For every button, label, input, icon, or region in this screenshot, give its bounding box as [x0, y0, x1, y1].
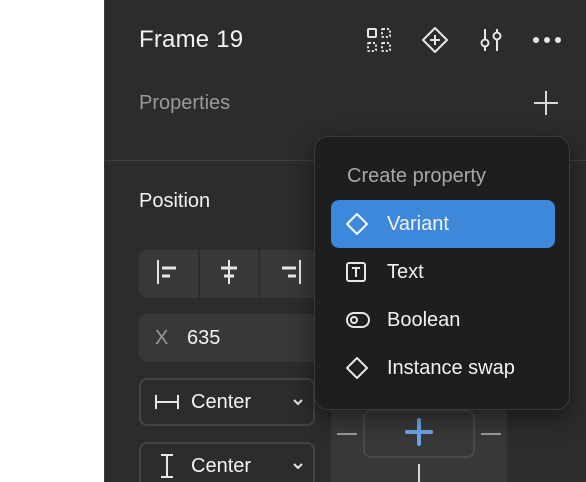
component-add-icon[interactable] — [419, 24, 451, 56]
horizontal-constraint-value: Center — [191, 390, 252, 413]
constraint-plus-icon — [404, 417, 434, 452]
canvas-area[interactable] — [0, 0, 104, 482]
vertical-constraint-select[interactable]: Center — [139, 442, 315, 482]
x-position-field[interactable]: X 635 — [139, 314, 319, 362]
menu-item-label: Boolean — [387, 308, 461, 331]
vertical-constraint-value: Center — [191, 454, 252, 477]
align-center-button[interactable] — [200, 250, 261, 298]
align-center-icon — [215, 258, 243, 291]
menu-item-variant[interactable]: Variant — [331, 200, 555, 248]
create-property-popover: Create property Variant Text Boolean Ins… — [314, 136, 570, 410]
menu-item-label: Instance swap — [387, 356, 515, 379]
align-left-icon — [154, 258, 182, 291]
position-section-title: Position — [139, 190, 211, 212]
menu-item-boolean[interactable]: Boolean — [331, 296, 555, 344]
menu-item-instance-swap[interactable]: Instance swap — [331, 344, 555, 392]
diamond-icon — [345, 356, 385, 380]
constraint-center-box[interactable] — [363, 410, 475, 458]
align-right-icon — [276, 258, 304, 291]
popover-title: Create property — [347, 165, 486, 187]
chevron-down-icon — [283, 462, 313, 470]
x-value[interactable]: 635 — [187, 327, 220, 350]
align-right-button[interactable] — [260, 250, 319, 298]
toggle-icon — [345, 311, 385, 329]
adjustments-icon[interactable] — [475, 24, 507, 56]
diamond-icon — [345, 212, 385, 236]
constraint-right-dash[interactable] — [481, 433, 501, 435]
component-grid-icon[interactable] — [363, 24, 395, 56]
align-left-button[interactable] — [139, 250, 200, 298]
menu-item-label: Text — [387, 260, 424, 283]
more-icon[interactable] — [531, 24, 563, 56]
frame-title: Frame 19 — [139, 26, 244, 53]
x-label: X — [155, 326, 169, 349]
chevron-down-icon — [283, 398, 313, 406]
vertical-constraint-icon — [147, 453, 187, 479]
horizontal-constraint-icon — [147, 393, 187, 411]
horizontal-constraint-select[interactable]: Center — [139, 378, 315, 426]
text-box-icon — [345, 261, 385, 283]
plus-icon[interactable] — [531, 88, 561, 118]
menu-item-label: Variant — [387, 212, 449, 235]
constraint-bottom-line[interactable] — [418, 464, 420, 482]
constraint-left-dash[interactable] — [337, 433, 357, 435]
menu-item-text[interactable]: Text — [331, 248, 555, 296]
properties-label: Properties — [139, 92, 231, 114]
alignment-group — [139, 250, 319, 298]
